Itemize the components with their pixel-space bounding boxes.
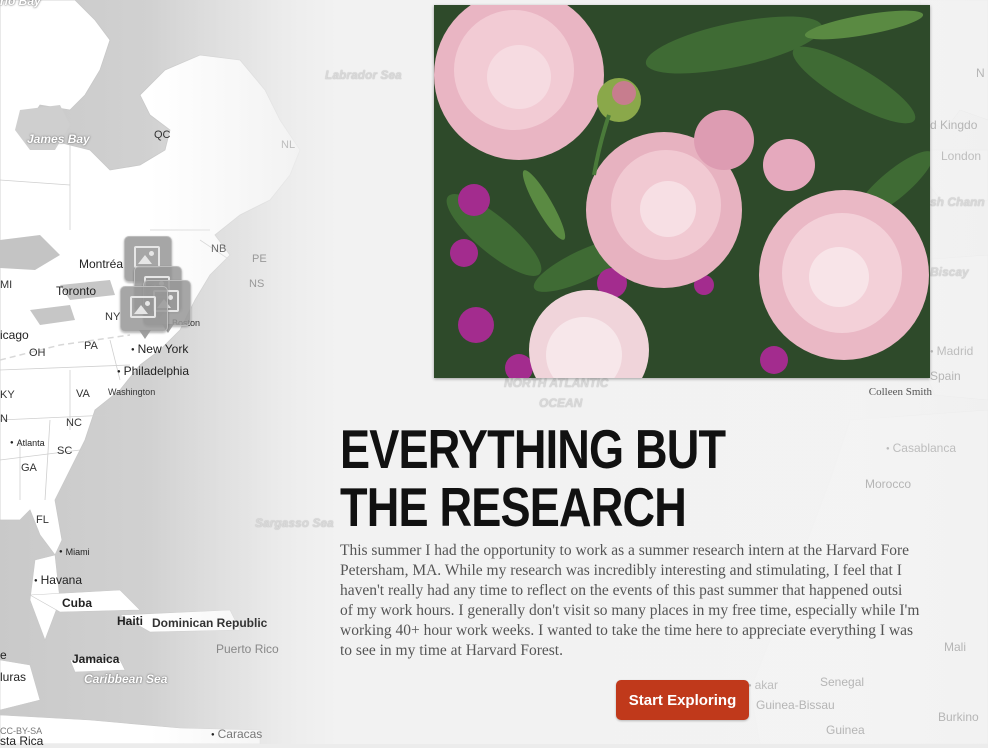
map-label-ny: NY [105, 311, 121, 323]
start-exploring-button[interactable]: Start Exploring [616, 680, 749, 720]
map-label-honduras: luras [0, 670, 27, 684]
map-label-sc: SC [57, 445, 73, 457]
map-label-guinea: Guinea [826, 723, 865, 737]
map-label-pe: PE [252, 253, 267, 265]
map-label-oh: OH [29, 347, 46, 359]
description-line: working 40+ hour work weeks. I wanted to… [340, 622, 914, 639]
photo-marker[interactable] [120, 286, 168, 339]
map-label-puerto-rico: Puerto Rico [216, 642, 279, 656]
map-label-madrid: Madrid [930, 344, 974, 361]
map-label-nb: NB [211, 243, 227, 255]
map-label-senegal: Senegal [820, 675, 865, 689]
map-label-haiti: Haiti [117, 614, 144, 628]
map-label-caracas: Caracas [211, 727, 263, 744]
map-label-james-bay: James Bay [27, 132, 90, 146]
story-title: EVERYTHING BUT THE RESEARCH [340, 418, 726, 538]
map-label-ky: KY [0, 389, 15, 401]
description-line: This summer I had the opportunity to wor… [340, 542, 910, 559]
map-label-london: London [941, 149, 982, 163]
map-label-chicago: icago [0, 328, 29, 342]
description-line: haven't really had any time to reflect o… [340, 582, 903, 599]
map-label-mi: MI [0, 279, 13, 291]
map-label-atlanta: Atlanta [10, 436, 45, 452]
map-label-philadelphia: Philadelphia [117, 364, 189, 381]
cover-photo [434, 5, 930, 378]
map-label-north-atlantic: NORTH ATLANTIC [504, 376, 609, 390]
map-label-spain: Spain [930, 369, 961, 383]
map-label-united-kingdom: d Kingdo [930, 118, 978, 132]
map-label-cuba: Cuba [62, 596, 92, 610]
map-label-dakar: akar [748, 678, 778, 695]
peony-photo [434, 5, 930, 378]
image-marker-icon [134, 246, 160, 268]
map-label-channel: sh Chann [930, 195, 985, 209]
map-label-burkina: Burkino [938, 710, 979, 724]
map-label-sargasso-sea: Sargasso Sea [255, 516, 334, 530]
map-label-montreal: Montréa [79, 257, 124, 271]
map-label-ga: GA [21, 462, 37, 474]
description-line: Petersham, MA. While my research was inc… [340, 562, 902, 579]
map-label-fl: FL [36, 514, 49, 526]
map-label-guinea-bissau: Guinea-Bissau [756, 698, 835, 712]
map-label-toronto: Toronto [56, 284, 97, 298]
photo-credit: Colleen Smith [868, 386, 932, 398]
map-label-casablanca: Casablanca [886, 441, 956, 458]
image-marker-icon [130, 296, 156, 318]
map-label-morocco: Morocco [865, 477, 912, 491]
map-label-ontario-bay: rio Bay [0, 0, 41, 8]
map-label-costa-rica: sta Rica [0, 734, 44, 748]
map-label-havana: Havana [34, 573, 82, 590]
map-label-ocean: OCEAN [539, 396, 583, 410]
story-description: This summer I had the opportunity to wor… [340, 541, 988, 661]
description-line: of my work hours. I generally don't visi… [340, 602, 920, 619]
map-label-nc: NC [66, 417, 82, 429]
map-label-e: e [0, 648, 7, 662]
map-label-va: VA [76, 388, 90, 400]
map-label-biscay: Biscay [930, 265, 969, 279]
map-label-dominican-republic: Dominican Republic [152, 616, 268, 630]
description-line: to see in my time at Harvard Forest. [340, 642, 563, 659]
map-label-washington: Washington [108, 387, 156, 397]
map-label-qc: QC [154, 129, 171, 141]
map-label-miami: Miami [59, 545, 90, 561]
map-label-pa: PA [84, 340, 98, 352]
map-label-n: N [0, 413, 8, 425]
map-label-labrador-sea: Labrador Sea [325, 68, 402, 82]
map-label-caribbean-sea: Caribbean Sea [84, 672, 168, 686]
map-label-ns: NS [249, 278, 265, 290]
map-label-jamaica: Jamaica [72, 652, 120, 666]
map-label-nl: NL [281, 139, 296, 151]
map-attribution: CC-BY-SA [0, 726, 43, 736]
map-label-n-right: N [976, 66, 985, 80]
map-label-new-york: New York [131, 342, 189, 359]
